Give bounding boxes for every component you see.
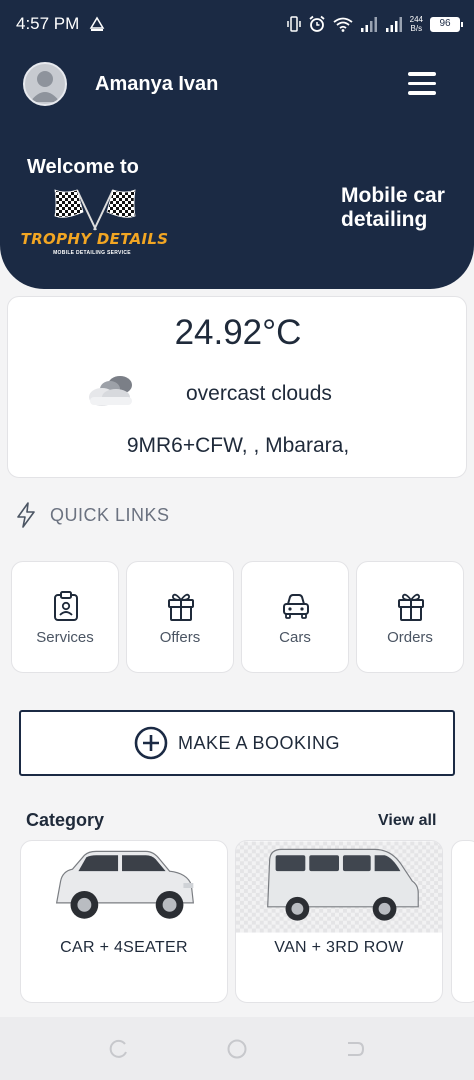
lightning-icon (17, 502, 35, 528)
quick-link-services[interactable]: Services (11, 561, 119, 673)
quick-links-title: QUICK LINKS (50, 504, 170, 525)
menu-bar (408, 72, 436, 76)
temperature: 24.92°C (174, 313, 302, 352)
system-nav-bar (0, 1017, 474, 1080)
signal-icon (360, 17, 377, 32)
signal-icon-2 (385, 17, 402, 32)
carrier-icon (89, 16, 105, 31)
status-icons: 244 B/s 96 (286, 12, 463, 36)
network-speed-unit: B/s (410, 24, 423, 33)
avatar[interactable] (23, 62, 67, 106)
tagline: Mobile car detailing (341, 184, 445, 231)
view-all-link[interactable]: View all (378, 812, 436, 830)
quick-link-offers[interactable]: Offers (126, 561, 234, 673)
category-label: VAN + 3RD ROW (274, 939, 404, 956)
menu-bar (408, 81, 436, 85)
checkered-flags-icon (54, 189, 136, 231)
recents-icon[interactable] (107, 1039, 129, 1059)
weather-description: overcast clouds (186, 382, 332, 405)
app-header: Amanya Ivan Welcome to TROPHY DETAILS MO… (0, 46, 474, 289)
alarm-icon (309, 15, 325, 32)
logo-subtitle: MOBILE DETAILING SERVICE (53, 250, 131, 256)
network-speed-value: 244 (409, 15, 423, 24)
battery-icon: 96 (430, 16, 463, 32)
quick-link-label: Offers (159, 629, 201, 646)
category-card-van[interactable]: VAN + 3RD ROW (235, 840, 443, 1003)
quick-link-cars[interactable]: Cars (241, 561, 349, 673)
category-title: Category (26, 810, 105, 830)
suv-image (55, 850, 194, 919)
status-time: 4:57 PM (16, 14, 80, 33)
user-icon (30, 71, 60, 102)
gift-icon (168, 593, 194, 621)
quick-link-label: Services (36, 629, 94, 646)
weather-card: 24.92°C overcast clouds 9MR6+CFW, , Mbar… (7, 296, 467, 478)
network-speed: 244 B/s (410, 15, 423, 33)
vibrate-icon (286, 16, 301, 32)
welcome-text: Welcome to (27, 156, 139, 178)
make-booking-button[interactable]: MAKE A BOOKING (19, 710, 455, 776)
back-icon[interactable] (344, 1039, 366, 1059)
user-name: Amanya Ivan (95, 73, 219, 95)
car-icon (283, 594, 309, 619)
status-bar: 4:57 PM 244 B/s 96 (0, 0, 474, 46)
quick-link-label: Cars (279, 629, 311, 646)
category-card-car[interactable]: CAR + 4SEATER (20, 840, 228, 1003)
home-icon[interactable] (226, 1039, 248, 1059)
wifi-icon (333, 17, 353, 32)
quick-link-orders[interactable]: Orders (356, 561, 464, 673)
plus-circle-icon (134, 726, 168, 760)
logo-text: TROPHY DETAILS (20, 230, 169, 248)
van-image (236, 841, 442, 933)
quick-links-header: QUICK LINKS (14, 500, 170, 530)
clipboard-icon (54, 591, 78, 621)
make-booking-label: MAKE A BOOKING (177, 732, 341, 753)
cloud-icon (89, 376, 132, 406)
category-label: CAR + 4SEATER (60, 939, 188, 956)
menu-button[interactable] (408, 72, 436, 96)
trophy-details-logo: TROPHY DETAILS MOBILE DETAILING SERVICE (17, 186, 172, 260)
category-card-partial[interactable] (451, 840, 474, 1003)
quick-link-label: Orders (387, 629, 433, 646)
gift-icon (398, 593, 424, 621)
location: 9MR6+CFW, , Mbarara, (126, 434, 350, 457)
menu-bar (408, 91, 436, 95)
